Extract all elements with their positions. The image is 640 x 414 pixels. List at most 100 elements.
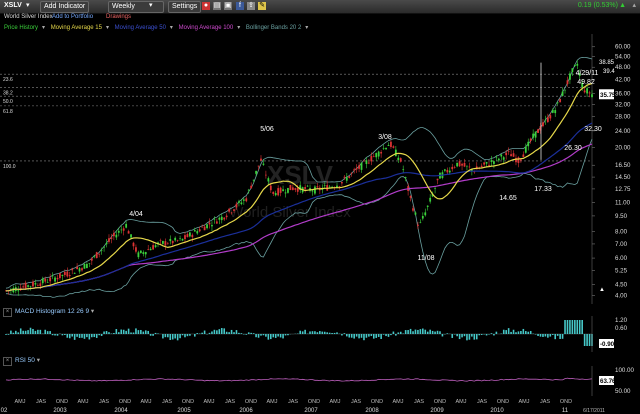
price-bar-body (144, 252, 147, 255)
macd-bar (44, 329, 47, 334)
macd-bar (343, 333, 346, 334)
chevron-down-icon[interactable]: ▾ (149, 1, 153, 11)
add-portfolio-link[interactable]: Add to Portfolio (52, 14, 93, 20)
macd-bar (130, 332, 132, 334)
symbol-dropdown-icon[interactable]: ▾ (26, 1, 30, 11)
price-bar-body (495, 156, 498, 158)
share-icon[interactable]: ⇪ (247, 2, 255, 10)
price-bar-body (27, 285, 29, 287)
macd-bar (247, 332, 250, 334)
macd-bar (319, 331, 321, 334)
chevron-down-icon[interactable]: ▾ (91, 308, 94, 315)
record-icon[interactable]: ● (202, 2, 210, 10)
macd-bar (167, 334, 169, 338)
y-tick-label: 54.00 (615, 53, 631, 60)
rsi-title: RSI 50 (15, 357, 35, 364)
legend-ma100[interactable]: Moving Average 100 (179, 25, 234, 31)
legend-ma15[interactable]: Moving Average 15 (51, 25, 102, 31)
price-chart[interactable]: XSLV World Silver Index 60.00 54.00 48.00 4… (0, 34, 640, 304)
price-bar-body (480, 165, 483, 168)
macd-bar (348, 334, 351, 338)
quarter-label: AMJ (519, 399, 530, 405)
macd-bar (140, 329, 142, 334)
drawings-link[interactable]: Drawings (106, 14, 131, 20)
price-bar-body (198, 229, 201, 232)
macd-bar (321, 331, 324, 334)
price-bar-body (196, 231, 199, 234)
legend-price[interactable]: Price History (4, 25, 38, 31)
macd-bar (372, 334, 375, 339)
price-bar-body (260, 158, 262, 161)
price-bar-body (466, 165, 468, 167)
macd-bar (137, 330, 140, 334)
macd-bar (314, 331, 316, 334)
macd-title: MACD Histogram 12 26 9 (15, 308, 90, 315)
macd-bar (49, 331, 51, 334)
macd-bar (203, 330, 206, 334)
quarter-label: AMJ (204, 399, 215, 405)
rsi-panel[interactable]: 100.00 50.00 63.76 (0, 366, 640, 396)
quarter-label: AMJ (267, 399, 278, 405)
add-indicator-button[interactable]: Add Indicator (40, 1, 90, 13)
macd-bar (561, 334, 564, 339)
y-tick-label: 14.50 (615, 174, 631, 181)
chevron-down-icon[interactable]: ▾ (37, 357, 40, 364)
price-bar-body (502, 157, 505, 160)
collapse-icon[interactable]: ▴ (632, 1, 636, 11)
price-bar-body (338, 186, 341, 188)
y-tick-label: 24.00 (615, 128, 631, 135)
price-bar-body (154, 245, 157, 248)
save-icon[interactable]: ▣ (224, 2, 232, 10)
price-bar-body (127, 231, 130, 234)
legend-dropdown-icon[interactable]: ▾ (237, 25, 240, 31)
legend-dropdown-icon[interactable]: ▾ (170, 25, 173, 31)
quarter-label: JAS (414, 399, 424, 405)
year-label: 2005 (177, 408, 191, 414)
sub-bar: World Silver Index Add to Portfolio Draw… (0, 14, 640, 23)
price-bar-body (100, 250, 103, 251)
facebook-icon[interactable]: f (236, 2, 244, 10)
macd-bar (189, 334, 191, 336)
macd-panel[interactable]: 1.200.60 -0.90 (0, 316, 640, 352)
quarter-label: OND (371, 399, 383, 405)
legend-ma50[interactable]: Moving Average 50 (115, 25, 166, 31)
legend-dropdown-icon[interactable]: ▾ (305, 25, 308, 31)
macd-bar (574, 320, 576, 334)
y-tick-label: 5.25 (615, 267, 628, 274)
price-bar-body (112, 233, 115, 237)
price-bar-body (108, 238, 110, 242)
note-icon[interactable]: ✎ (258, 2, 266, 10)
macd-bar (162, 334, 164, 339)
symbol-field[interactable]: XSLV (4, 1, 22, 11)
macd-bar (270, 334, 272, 340)
settings-button[interactable]: Settings (168, 1, 202, 13)
price-bar-body (242, 199, 245, 201)
macd-bar (68, 334, 71, 339)
price-bar-body (162, 240, 164, 244)
price-bar-body (59, 273, 61, 279)
price-bar-body (434, 188, 436, 189)
price-bar-body (169, 238, 172, 242)
price-bar-body (323, 185, 326, 186)
print-icon[interactable]: ▤ (213, 2, 221, 10)
quarter-label: JAS (36, 399, 46, 405)
macd-bar (360, 334, 363, 338)
macd-bar (363, 334, 365, 341)
legend-bb[interactable]: Bollinger Bands 20 2 (246, 25, 301, 31)
price-bar-body (255, 170, 257, 174)
price-bar-body (380, 152, 383, 154)
macd-bar (502, 329, 505, 334)
legend-dropdown-icon[interactable]: ▾ (42, 25, 45, 31)
price-bar-body (277, 188, 280, 196)
macd-bar (539, 334, 542, 337)
year-label: 2010 (490, 408, 504, 414)
macd-bar (576, 320, 579, 334)
macd-bar (142, 331, 145, 334)
legend-dropdown-icon[interactable]: ▾ (106, 25, 109, 31)
close-icon[interactable]: × (3, 357, 12, 366)
price-bar-body (458, 161, 461, 167)
period-select[interactable]: Weekly (108, 1, 164, 13)
price-bar-body (208, 222, 211, 225)
price-bar-body (267, 178, 270, 182)
price-bar-body (569, 73, 571, 80)
